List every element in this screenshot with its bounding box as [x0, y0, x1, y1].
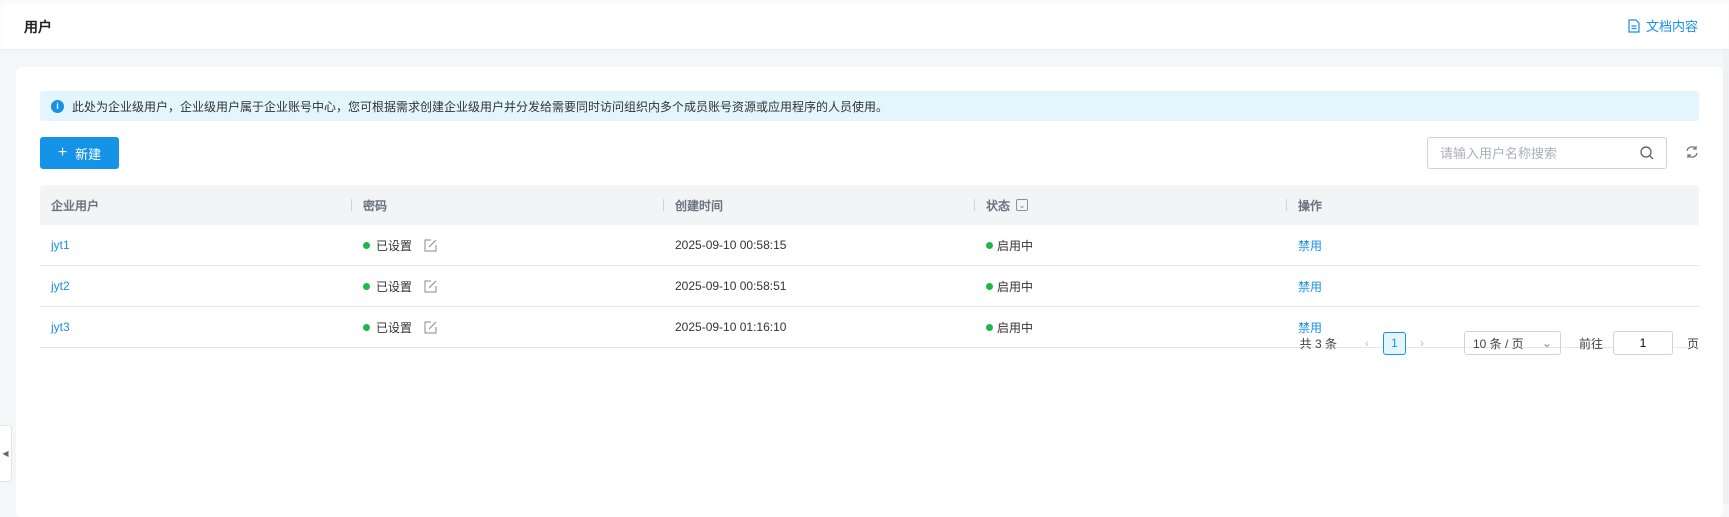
doc-link[interactable]: 文档内容	[1628, 16, 1698, 35]
info-text: 此处为企业级用户，企业级用户属于企业账号中心，您可根据需求创建企业级用户并分发给…	[72, 99, 889, 114]
cell-password: 已设置	[351, 307, 663, 347]
user-link[interactable]: jyt2	[51, 279, 70, 293]
cell-status: 启用中	[974, 266, 1286, 306]
cell-status: 启用中	[974, 307, 1286, 347]
cell-created: 2025-09-10 01:16:10	[675, 320, 787, 334]
cell-password: 已设置	[351, 266, 663, 306]
status-text: 启用中	[997, 238, 1034, 253]
table-header: 企业用户 密码 创建时间 状态 ⌄ 操作	[40, 185, 1699, 225]
cell-action: 禁用	[1286, 266, 1699, 306]
cell-action: 禁用	[1286, 225, 1699, 265]
total-count: 共 3 条	[1299, 336, 1337, 351]
cell-created: 2025-09-10 00:58:51	[675, 279, 787, 293]
disable-button[interactable]: 禁用	[1298, 237, 1322, 254]
column-header-action: 操作	[1286, 185, 1699, 225]
search-input[interactable]	[1440, 145, 1630, 161]
page-header: 用户 文档内容	[0, 0, 1729, 50]
caret-left-icon: ◀	[2, 449, 9, 458]
search-box[interactable]	[1427, 137, 1667, 169]
user-link[interactable]: jyt1	[51, 238, 70, 252]
info-banner: i 此处为企业级用户，企业级用户属于企业账号中心，您可根据需求创建企业级用户并分…	[40, 91, 1699, 121]
password-status: 已设置	[376, 320, 413, 335]
page-title: 用户	[24, 19, 52, 35]
disable-button[interactable]: 禁用	[1298, 278, 1322, 295]
sidebar-collapse-handle[interactable]: ◀	[0, 425, 12, 482]
status-text: 启用中	[997, 320, 1034, 335]
goto-page-input[interactable]	[1612, 331, 1673, 355]
page-suffix: 页	[1686, 336, 1699, 351]
status-dot	[363, 241, 370, 249]
table-row: jyt1 已设置 2025-09-10 00:58:15 启用中 禁用	[40, 225, 1699, 266]
refresh-icon[interactable]	[1685, 145, 1699, 159]
status-text: 启用中	[997, 279, 1034, 294]
cell-password: 已设置	[351, 225, 663, 265]
chevron-down-icon: ⌄	[1541, 336, 1552, 350]
column-header-status: 状态 ⌄	[974, 185, 1286, 225]
search-icon[interactable]	[1640, 146, 1654, 160]
edit-icon[interactable]	[424, 321, 437, 334]
status-dot	[986, 241, 993, 249]
filter-icon[interactable]: ⌄	[1016, 199, 1029, 211]
plus-icon: +	[57, 144, 68, 161]
goto-label: 前往	[1578, 336, 1603, 351]
table-row: jyt2 已设置 2025-09-10 00:58:51 启用中 禁用	[40, 266, 1699, 307]
status-dot	[986, 323, 993, 331]
pagination: 共 3 条 ‹ 1 › 10 条 / 页 ⌄ 前往 页	[1300, 331, 1699, 355]
document-icon	[1628, 18, 1640, 33]
page-size-value: 10 条 / 页	[1472, 336, 1524, 351]
page-1-button[interactable]: 1	[1382, 331, 1406, 355]
cell-user: jyt1	[40, 225, 351, 265]
cell-user: jyt3	[40, 307, 351, 347]
column-header-created: 创建时间	[663, 185, 974, 225]
cell-created: 2025-09-10 00:58:15	[675, 238, 787, 252]
password-status: 已设置	[376, 238, 413, 253]
users-table: 企业用户 密码 创建时间 状态 ⌄ 操作 jyt1 已设置 2025-09-10 …	[40, 185, 1699, 348]
cell-status: 启用中	[974, 225, 1286, 265]
status-dot	[363, 323, 370, 331]
scrollbar[interactable]	[1723, 50, 1729, 504]
status-dot	[363, 282, 370, 290]
prev-page-icon[interactable]: ‹	[1357, 336, 1377, 350]
status-dot	[986, 282, 993, 290]
info-icon: i	[51, 99, 64, 113]
cell-user: jyt2	[40, 266, 351, 306]
content-card: i 此处为企业级用户，企业级用户属于企业账号中心，您可根据需求创建企业级用户并分…	[16, 67, 1723, 517]
doc-link-label: 文档内容	[1645, 19, 1698, 34]
column-header-user: 企业用户	[51, 198, 100, 213]
user-link[interactable]: jyt3	[51, 320, 70, 334]
page-size-select[interactable]: 10 条 / 页 ⌄	[1463, 331, 1561, 355]
new-user-button[interactable]: + 新建	[40, 137, 119, 169]
edit-icon[interactable]	[424, 280, 437, 293]
next-page-icon[interactable]: ›	[1412, 336, 1432, 350]
new-button-label: 新建	[75, 146, 102, 162]
column-header-password: 密码	[351, 185, 663, 225]
password-status: 已设置	[376, 279, 413, 294]
status-header-label: 状态	[986, 198, 1011, 213]
edit-icon[interactable]	[424, 239, 437, 252]
